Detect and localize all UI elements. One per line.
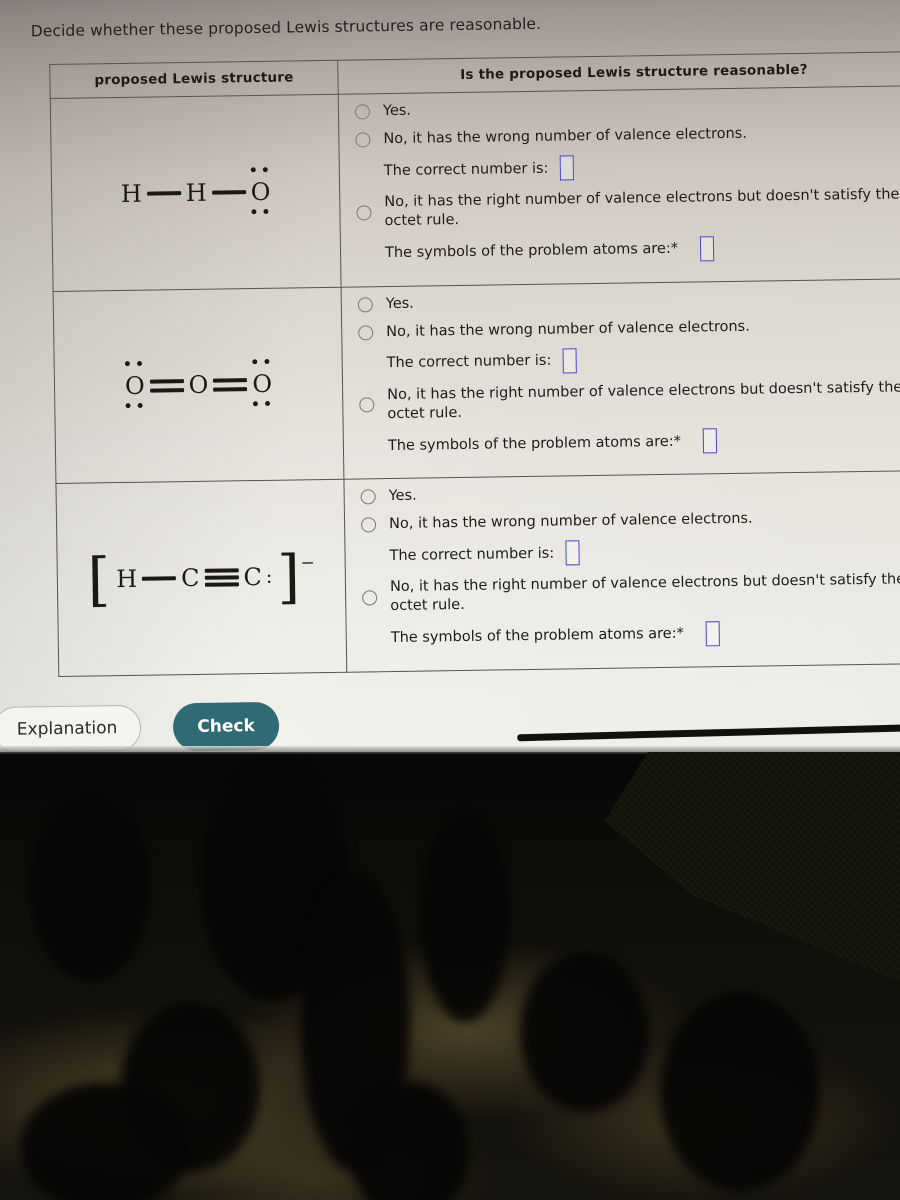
atom-o: •• O •• — [249, 353, 275, 416]
option-label: Yes. — [385, 295, 414, 312]
option-octet-rule[interactable]: No, it has the right number of valence e… — [356, 185, 900, 232]
option-yes[interactable]: Yes. — [354, 94, 900, 122]
problem-atoms-line: The symbols of the problem atoms are:* — [385, 232, 900, 265]
background-blanket — [0, 746, 900, 1200]
radio-wrong-electrons[interactable] — [355, 132, 371, 148]
bracket-right: ] — [276, 542, 301, 611]
radio-yes[interactable] — [360, 489, 376, 505]
lone-pair-top: •• — [122, 354, 147, 376]
lone-pair-top: •• — [249, 353, 275, 374]
correct-number-label: The correct number is: — [389, 545, 555, 564]
option-label: Yes. — [382, 102, 412, 120]
problem-atoms-label: The symbols of the problem atoms are:* — [387, 433, 682, 454]
lone-pair-side: : — [265, 565, 274, 588]
double-bond-icon — [213, 378, 247, 392]
radio-octet-rule[interactable] — [362, 590, 378, 606]
option-wrong-electrons[interactable]: No, it has the wrong number of valence e… — [358, 315, 900, 343]
option-label: No, it has the right number of valence e… — [384, 186, 900, 230]
correct-number-label: The correct number is: — [383, 160, 549, 179]
single-bond-icon — [146, 190, 181, 196]
lone-pair-bottom: •• — [248, 202, 274, 223]
table-row: •• O •• O •• O •• Yes. No, it has the wr… — [53, 277, 900, 484]
radio-yes[interactable] — [354, 104, 371, 120]
lone-pair-bottom: •• — [122, 396, 148, 418]
option-label: No, it has the wrong number of valence e… — [388, 510, 753, 533]
radio-yes[interactable] — [357, 296, 373, 313]
lone-pair-bottom: •• — [250, 395, 275, 416]
problem-atoms-input[interactable] — [699, 235, 715, 261]
correct-number-label: The correct number is: — [386, 352, 552, 372]
atom-h: H — [185, 178, 207, 207]
lewis-structure-table: proposed Lewis structure Is the proposed… — [49, 51, 900, 677]
problem-atoms-label: The symbols of the problem atoms are:* — [384, 240, 679, 262]
radio-wrong-electrons[interactable] — [358, 324, 374, 341]
fabric-texture — [604, 752, 900, 982]
structure-cell-1: H H •• O •• — [50, 94, 342, 292]
check-button[interactable]: Check — [172, 701, 280, 752]
header-proposed-structure: proposed Lewis structure — [49, 60, 339, 99]
atom-h: H — [115, 564, 138, 593]
correct-number-input[interactable] — [562, 348, 577, 374]
structure-cell-2: •• O •• O •• O •• — [53, 286, 344, 484]
photographed-screen: Decide whether these proposed Lewis stru… — [0, 0, 900, 1200]
option-label: No, it has the right number of valence e… — [387, 379, 900, 422]
lewis-structure-2: •• O •• O •• O •• — [122, 353, 275, 418]
atom-h: H — [120, 179, 143, 208]
option-yes[interactable]: Yes. — [360, 479, 900, 507]
page-prompt: Decide whether these proposed Lewis stru… — [30, 14, 542, 41]
correct-number-input[interactable] — [565, 540, 580, 566]
radio-octet-rule[interactable] — [356, 205, 372, 221]
lewis-structure-1: H H •• O •• — [119, 160, 274, 223]
bracket-left: [ — [87, 544, 111, 614]
correct-number-line: The correct number is: — [389, 535, 900, 568]
answer-cell-2: Yes. No, it has the wrong number of vale… — [341, 277, 900, 480]
atom-o: O — [188, 370, 209, 400]
lone-pair-top: •• — [248, 160, 273, 181]
device-screen: Decide whether these proposed Lewis stru… — [0, 0, 900, 785]
formal-charge: − — [300, 552, 316, 574]
option-wrong-electrons[interactable]: No, it has the wrong number of valence e… — [360, 507, 900, 535]
atom-c: C — [180, 563, 200, 592]
table-row: H H •• O •• Yes. No, it has the wrong nu… — [50, 85, 900, 292]
option-label: No, it has the right number of valence e… — [389, 571, 900, 615]
radio-octet-rule[interactable] — [359, 397, 375, 413]
option-octet-rule[interactable]: No, it has the right number of valence e… — [362, 570, 900, 617]
option-label: No, it has the wrong number of valence e… — [383, 125, 748, 148]
problem-atoms-line: The symbols of the problem atoms are:* — [388, 425, 900, 458]
structure-cell-3: [ H C C : ] − — [55, 479, 347, 676]
correct-number-line: The correct number is: — [384, 150, 900, 183]
atom-o: •• O •• — [122, 354, 148, 418]
single-bond-icon — [142, 575, 177, 581]
problem-atoms-label: The symbols of the problem atoms are:* — [390, 625, 684, 647]
option-label: Yes. — [388, 487, 417, 505]
problem-atoms-line: The symbols of the problem atoms are:* — [391, 617, 900, 650]
radio-wrong-electrons[interactable] — [360, 517, 377, 533]
option-octet-rule[interactable]: No, it has the right number of valence e… — [359, 378, 900, 425]
lewis-structure-3: [ H C C : ] − — [87, 542, 316, 614]
option-label: No, it has the wrong number of valence e… — [386, 318, 750, 340]
option-wrong-electrons[interactable]: No, it has the wrong number of valence e… — [355, 122, 900, 150]
correct-number-input[interactable] — [559, 155, 574, 181]
correct-number-line: The correct number is: — [387, 343, 900, 376]
option-yes[interactable]: Yes. — [357, 286, 900, 314]
single-bond-icon — [211, 189, 246, 195]
atom-c: C — [243, 562, 263, 591]
answer-cell-3: Yes. No, it has the wrong number of vale… — [343, 470, 900, 672]
double-bond-icon — [150, 379, 184, 393]
answer-cell-1: Yes. No, it has the wrong number of vale… — [338, 85, 900, 287]
triple-bond-icon — [204, 568, 239, 587]
atom-o: •• O •• — [248, 160, 274, 223]
table-row: [ H C C : ] − Yes. No, it has the wrong … — [55, 470, 900, 676]
problem-atoms-input[interactable] — [702, 428, 718, 454]
problem-atoms-input[interactable] — [705, 620, 720, 646]
